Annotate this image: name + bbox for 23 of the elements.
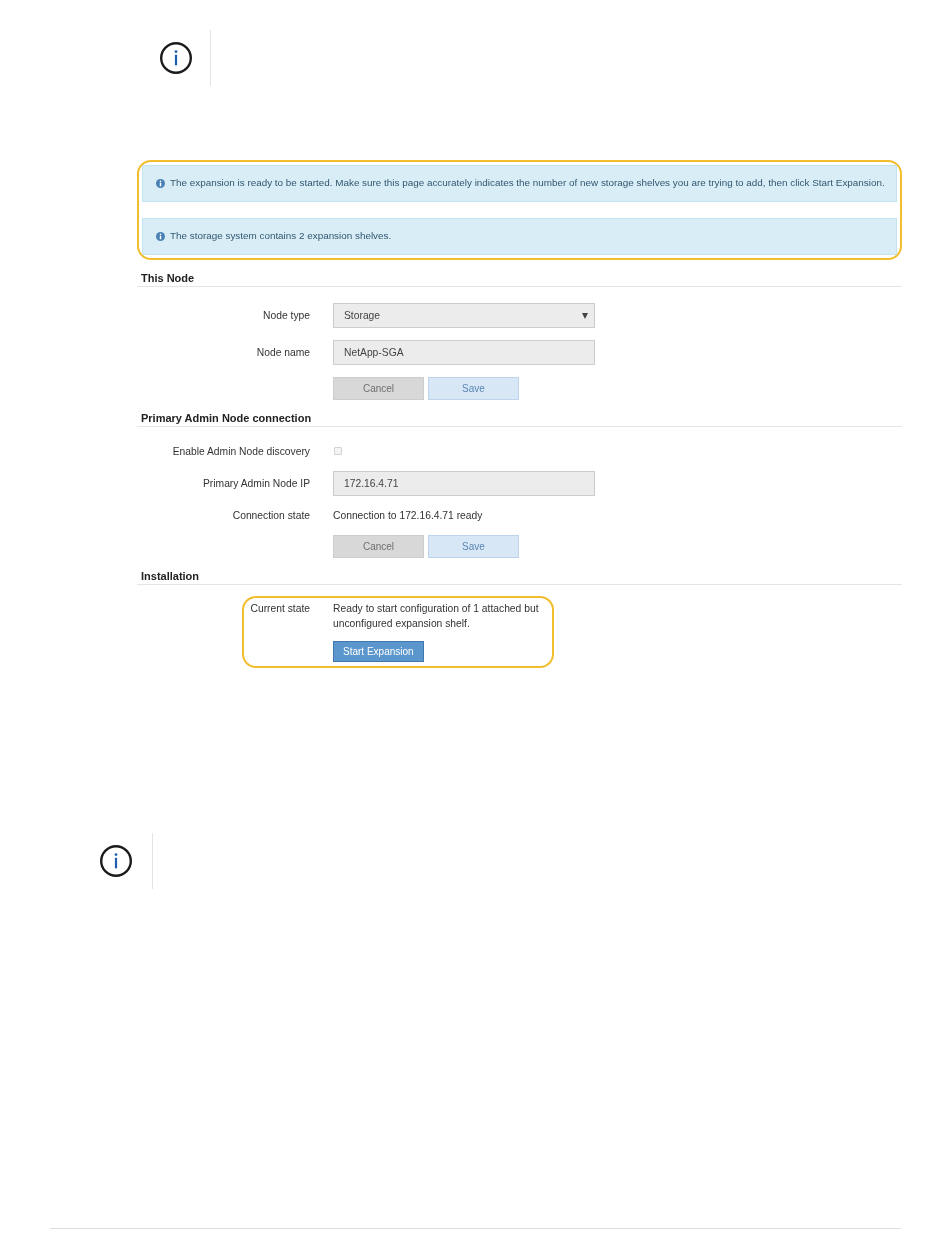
state-text: Ready to start configuration of 1 attached but unconfigured expansion shelf. <box>333 602 540 631</box>
section-heading: Installation <box>141 570 200 583</box>
info-icon <box>156 179 165 188</box>
alert-text: The storage system contains 2 expansion shelves. <box>170 229 392 244</box>
field-label: Connection state <box>232 509 310 523</box>
field-label: Node name <box>256 346 310 360</box>
status-text: Connection to 172.16.4.71 ready <box>333 509 483 523</box>
section-heading: Primary Admin Node connection <box>141 412 312 425</box>
select-value: Storage <box>344 308 381 323</box>
field-label: Node type <box>263 309 310 323</box>
primary-button[interactable]: Start Expansion <box>333 641 424 662</box>
section-heading: This Node <box>141 272 195 285</box>
info-icon <box>160 42 192 74</box>
alert-text: The expansion is ready to be started. Make sure this page accurately indicates the number of new storage shelves you are trying to add, then click Start Expansion. <box>170 176 885 191</box>
field-label: Enable Admin Node discovery <box>172 444 310 459</box>
info-icon <box>100 845 132 877</box>
input-field[interactable]: NetApp-SGA <box>333 340 595 365</box>
input-field[interactable]: 172.16.4.71 <box>333 471 595 496</box>
info-icon <box>156 232 165 241</box>
field-label: Current state <box>250 602 310 616</box>
field-label: Primary Admin Node IP <box>203 477 310 491</box>
caret-icon <box>582 312 588 319</box>
node-type-select[interactable]: Storage <box>333 303 595 328</box>
